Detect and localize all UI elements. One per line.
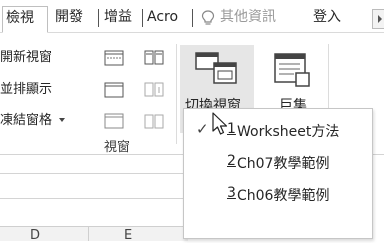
- tab-view[interactable]: 檢視: [2, 6, 48, 33]
- menu-item-ch06[interactable]: 3 Ch06教學範例: [184, 179, 372, 209]
- hide-icon[interactable]: [104, 82, 124, 98]
- column-header-d[interactable]: D: [30, 228, 40, 243]
- column-headers: D E: [0, 226, 188, 243]
- unhide-icon[interactable]: [104, 113, 124, 129]
- freeze-panes-label: 凍結窗格: [0, 113, 53, 128]
- menu-item-number: 2: [227, 153, 236, 169]
- tab-developer-label: 開發: [55, 9, 83, 25]
- tab-addins-label: 增益: [104, 9, 132, 25]
- column-header-e[interactable]: E: [124, 228, 132, 243]
- mouse-pointer-icon: [212, 112, 228, 135]
- macros-icon: [274, 53, 310, 87]
- group-separator: [176, 44, 177, 144]
- menu-item-label: Ch06教學範例: [237, 188, 330, 204]
- tell-me-label: 其他資訊: [220, 9, 276, 25]
- tell-me-search[interactable]: 其他資訊: [196, 6, 300, 30]
- chevron-down-icon: [59, 118, 66, 122]
- sign-in-link[interactable]: 登入: [310, 6, 350, 30]
- menu-item-label: Ch07教學範例: [237, 156, 330, 172]
- tab-view-label: 檢視: [6, 10, 34, 26]
- view-side-by-side-icon[interactable]: [144, 49, 164, 67]
- tab-acrobat[interactable]: Acro: [144, 6, 190, 30]
- menu-item-number: 3: [227, 185, 236, 201]
- switch-windows-icon: [195, 52, 237, 84]
- tab-developer[interactable]: 開發: [52, 6, 96, 30]
- checkmark-icon: ✓: [196, 120, 209, 138]
- menu-item-ch07[interactable]: 2 Ch07教學範例: [184, 147, 372, 177]
- new-window-button[interactable]: 開新視窗: [0, 50, 52, 66]
- synchronous-scrolling-icon[interactable]: [144, 81, 164, 99]
- formula-bar[interactable]: [0, 173, 188, 199]
- freeze-panes-button[interactable]: 凍結窗格: [0, 113, 66, 129]
- sign-in-label: 登入: [313, 9, 341, 25]
- ribbon-tab-bar: 檢視 開發 增益 Acro 其他資訊 登入: [0, 0, 384, 33]
- tab-scroll-right-button[interactable]: [372, 9, 384, 29]
- menu-item-label: Worksheet方法: [237, 124, 340, 140]
- arrange-all-button[interactable]: 並排顯示: [0, 82, 52, 98]
- new-window-label: 開新視窗: [0, 50, 53, 65]
- tab-acrobat-label: Acro: [147, 9, 179, 25]
- arrange-all-label: 並排顯示: [0, 82, 53, 97]
- tab-addins[interactable]: 增益: [101, 6, 141, 30]
- chevron-right-icon: [378, 15, 382, 23]
- split-icon[interactable]: [104, 50, 124, 66]
- window-group-label: 視窗: [104, 140, 131, 155]
- tab-separator: [98, 9, 99, 27]
- lightbulb-icon: [201, 10, 215, 25]
- column-divider: [88, 227, 89, 241]
- reset-window-position-icon[interactable]: [144, 113, 164, 131]
- tab-separator: [142, 9, 143, 27]
- tab-separator: [192, 9, 193, 27]
